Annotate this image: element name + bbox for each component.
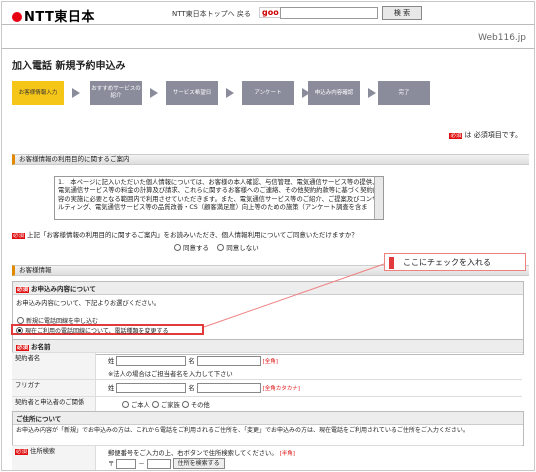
contents-title: 必須 お申込み内容について — [13, 282, 523, 295]
relation-other-radio[interactable] — [181, 401, 189, 408]
header-divider-bottom — [2, 48, 534, 49]
required-badge: 必須 — [16, 287, 30, 293]
goo-search-logo: goo — [259, 7, 282, 18]
step-survey: アンケート — [242, 81, 294, 105]
option-change-radio[interactable] — [16, 327, 23, 334]
name-box: 必須 お名前 — [12, 339, 524, 353]
step-service-date: サービス希望日 — [166, 81, 218, 105]
step-customer-info: お客様情報入力 — [12, 81, 64, 105]
logo-text: NTT東日本 — [24, 10, 95, 25]
required-badge: 必須 — [449, 133, 463, 139]
postal-separator: － — [138, 460, 145, 468]
step-arrow-icon — [368, 88, 376, 98]
relation-self-label[interactable]: ご本人 — [131, 402, 150, 409]
privacy-policy-text: 1. 本ページに記入いただいた個人情報については、お客様の本人確認、与信管理、電… — [58, 179, 380, 211]
site-search-input[interactable] — [280, 7, 378, 19]
agree-no-radio[interactable] — [217, 244, 225, 251]
required-note-text: は 必須項目です。 — [464, 131, 522, 139]
required-badge: 必須 — [15, 449, 29, 455]
required-badge: 必須 — [12, 233, 26, 239]
kana-format-note: [全角カタカナ] — [262, 386, 300, 392]
option-new-radio[interactable] — [17, 317, 24, 324]
address-search-label-cell: 必須 住所検索 — [12, 446, 96, 470]
privacy-section-header: お客様情報の利用目的に関するご案内 — [12, 154, 529, 165]
page-title: 加入電話 新規予約申込み — [12, 61, 126, 72]
relation-row: 契約者と申込者のご関係 ご本人 ご家族 その他 — [12, 396, 522, 411]
address-search-button[interactable]: 住所を検索する — [172, 458, 225, 469]
header-divider — [2, 24, 534, 25]
address-search-label: 住所検索 — [30, 448, 56, 455]
site-name: Web116.jp — [478, 33, 526, 43]
kana-label: フリガナ — [12, 380, 96, 396]
callout-marker-icon — [389, 257, 394, 269]
agree-question: 必須 上記「お客様情報の利用目的に関するご案内」をお読みいただき、個人情報利用につ… — [12, 229, 358, 239]
relation-self-radio[interactable] — [122, 401, 129, 408]
relation-family-radio[interactable] — [151, 401, 159, 408]
relation-options: ご本人 ご家族 その他 — [122, 400, 210, 409]
postal-code-second-input[interactable] — [146, 458, 171, 469]
given-name-label: 名 — [188, 358, 195, 365]
postal-fields: 〒 － 住所を検索する — [108, 458, 225, 469]
relation-family-label[interactable]: ご家族 — [161, 402, 180, 409]
kana-surname-label: 姓 — [108, 385, 115, 392]
contents-prompt: お申込み内容について、下記よりお選びください。 — [16, 300, 161, 307]
corp-note: ※法人の場合はご担当者名を入力して下さい — [108, 371, 233, 378]
site-search-button[interactable]: 検 索 — [382, 6, 422, 20]
relation-label: 契約者と申込者のご関係 — [12, 397, 96, 411]
address-search-row: 必須 住所検索 郵便番号をご入力の上、右ボタンで住所検索してください。 [半角] … — [12, 445, 522, 470]
address-box: ご住所について お申込み内容が「新規」でお申込みの方は、これから電話をご利用され… — [12, 411, 524, 446]
top-page-link[interactable]: NTT東日本トップへ 戻る — [172, 9, 251, 19]
relation-other-label[interactable]: その他 — [191, 402, 210, 409]
contract-name-row: 契約者名 姓 名 [全角] ※法人の場合はご担当者名を入力して下さい — [12, 352, 522, 379]
agree-no-label[interactable]: 同意しない — [226, 244, 259, 252]
postal-code-first-input[interactable] — [116, 458, 137, 469]
kana-given-label: 名 — [188, 385, 195, 392]
agree-yes-label[interactable]: 同意する — [183, 244, 209, 252]
ntt-logo-icon — [12, 12, 22, 22]
step-confirm: 申込み内容確認 — [308, 81, 360, 105]
option-change-highlight[interactable]: 現在ご利用の電話回線について、電話種類を変更する — [11, 324, 204, 335]
kana-fields: 姓 名 [全角カタカナ] — [108, 383, 300, 393]
agree-question-text: 上記「お客様情報の利用目的に関するご案内」をお読みいただき、個人情報利用について… — [27, 231, 358, 239]
postal-mark: 〒 — [108, 460, 115, 468]
step-recommended-services: おすすめサービスの紹介 — [90, 81, 142, 105]
kana-given-input[interactable] — [196, 383, 261, 393]
address-text: お申込み内容が「新規」でお申込みの方は、これから電話をご利用されるご住所を、「変… — [16, 427, 469, 434]
name-format-note: [全角] — [262, 359, 278, 365]
address-hint-text: 郵便番号をご入力の上、右ボタンで住所検索してください。 — [108, 450, 278, 457]
site-header: NTT東日本 NTT東日本トップへ 戻る goo 検 索 Web116.jp — [2, 2, 534, 49]
ntt-logo[interactable]: NTT東日本 — [12, 6, 95, 25]
step-arrow-icon — [72, 88, 80, 98]
required-note: 必須は 必須項目です。 — [449, 130, 522, 140]
surname-label: 姓 — [108, 358, 115, 365]
option-change-label[interactable]: 現在ご利用の電話回線について、電話種類を変更する — [25, 328, 169, 335]
kana-surname-input[interactable] — [116, 383, 187, 393]
step-complete: 完了 — [378, 81, 430, 105]
address-hint-note: [半角] — [279, 451, 295, 457]
given-name-input[interactable] — [196, 356, 261, 366]
agree-yes-radio[interactable] — [174, 244, 181, 251]
required-badge: 必須 — [16, 345, 30, 351]
instruction-callout: ここにチェックを入れる — [384, 253, 526, 271]
step-arrow-icon — [226, 88, 234, 98]
surname-input[interactable] — [116, 356, 187, 366]
agree-options: 同意する 同意しない — [174, 242, 259, 252]
address-title: ご住所について — [13, 412, 523, 425]
privacy-scrollbar[interactable] — [374, 177, 383, 219]
kana-row: フリガナ 姓 名 [全角カタカナ] — [12, 379, 522, 396]
privacy-policy-textarea[interactable]: 1. 本ページに記入いただいた個人情報については、お客様の本人確認、与信管理、電… — [54, 176, 384, 220]
contract-name-label: 契約者名 — [12, 353, 96, 379]
address-hint: 郵便番号をご入力の上、右ボタンで住所検索してください。 [半角] — [108, 448, 295, 457]
contents-title-text: お申込み内容について — [31, 285, 96, 293]
name-title-text: お名前 — [31, 343, 51, 351]
step-arrow-icon — [150, 88, 158, 98]
callout-text: ここにチェックを入れる — [403, 258, 491, 267]
progress-steps: お客様情報入力 おすすめサービスの紹介 サービス希望日 アンケート 申込み内容確… — [12, 81, 522, 107]
browser-page: NTT東日本 NTT東日本トップへ 戻る goo 検 索 Web116.jp 加… — [1, 1, 535, 471]
contract-name-fields: 姓 名 [全角] — [108, 356, 278, 366]
